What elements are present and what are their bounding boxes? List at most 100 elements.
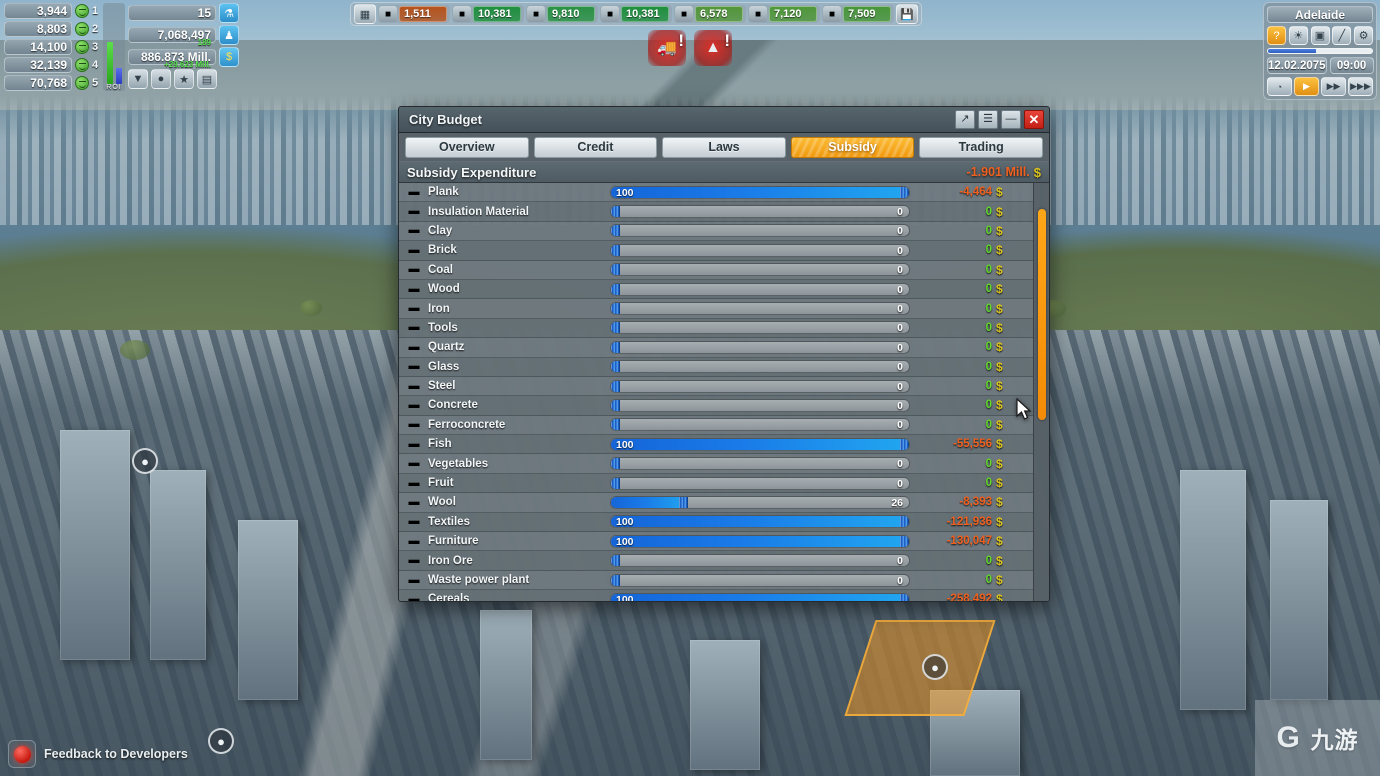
tab-trading[interactable]: Trading: [919, 136, 1043, 158]
tab-laws[interactable]: Laws: [662, 136, 786, 158]
scrollbar[interactable]: [1033, 183, 1049, 601]
subsidy-slider[interactable]: 0: [610, 573, 910, 587]
resource-item[interactable]: ■ 9,810: [526, 5, 598, 23]
slider-handle[interactable]: [900, 535, 909, 547]
slider-handle[interactable]: [611, 399, 620, 411]
storage-icon[interactable]: ▦: [354, 4, 376, 24]
slider-handle[interactable]: [611, 264, 620, 276]
tab-overview[interactable]: Overview: [405, 136, 529, 158]
subsidy-slider[interactable]: 100: [610, 592, 910, 601]
subsidy-slider[interactable]: 0: [610, 224, 910, 238]
table-row[interactable]: ▬ Tools 0 0 $: [399, 318, 1033, 339]
subsidy-slider[interactable]: 0: [610, 418, 910, 432]
subsidy-slider[interactable]: 26: [610, 495, 910, 509]
table-row[interactable]: ▬ Fish 100 -55,556 $: [399, 435, 1033, 455]
slider-handle[interactable]: [611, 225, 620, 237]
slider-handle[interactable]: [611, 380, 620, 392]
subsidy-slider[interactable]: 0: [610, 457, 910, 471]
slider-handle[interactable]: [611, 419, 620, 431]
table-row[interactable]: ▬ Clay 0 0 $: [399, 221, 1033, 242]
tab-credit[interactable]: Credit: [533, 136, 658, 158]
table-row[interactable]: ▬ Insulation Material 0 0 $: [399, 202, 1033, 222]
tab-subsidy[interactable]: Subsidy: [790, 136, 915, 158]
table-row[interactable]: ▬ Iron Ore 0 0 $: [399, 551, 1033, 571]
list-view-button[interactable]: ☰: [978, 110, 998, 129]
slider-handle[interactable]: [679, 496, 689, 508]
table-row[interactable]: ▬ Cereals 100 -258,492 $: [399, 590, 1033, 601]
subsidy-slider[interactable]: 0: [610, 340, 910, 354]
edit-icon[interactable]: ╱: [1332, 26, 1352, 45]
subsidy-slider[interactable]: 0: [610, 263, 910, 277]
subsidy-slider[interactable]: 0: [610, 205, 910, 219]
subsidy-slider[interactable]: 0: [610, 476, 910, 490]
map-marker[interactable]: ●: [132, 448, 158, 474]
table-row[interactable]: ▬ Furniture 100 -130,047 $: [399, 532, 1033, 552]
table-row[interactable]: ▬ Brick 0 0 $: [399, 241, 1033, 261]
road-alert[interactable]: ▲!: [694, 30, 732, 66]
slider-handle[interactable]: [611, 206, 620, 218]
subsidy-slider[interactable]: 0: [610, 243, 910, 257]
subsidy-slider[interactable]: 0: [610, 398, 910, 412]
resource-item[interactable]: ■ 7,120: [748, 5, 820, 23]
fast-forward-button[interactable]: ▶▶: [1321, 77, 1346, 96]
slider-handle[interactable]: [611, 244, 620, 256]
table-row[interactable]: ▬ Wool 26 -8,393 $: [399, 493, 1033, 513]
save-icon[interactable]: 💾: [896, 4, 918, 24]
resource-item[interactable]: ■ 6,578: [674, 5, 746, 23]
table-row[interactable]: ▬ Glass 0 0 $: [399, 357, 1033, 377]
table-row[interactable]: ▬ Steel 0 0 $: [399, 376, 1033, 397]
table-row[interactable]: ▬ Vegetables 0 0 $: [399, 454, 1033, 474]
feedback-button[interactable]: Feedback to Developers: [8, 740, 188, 768]
slider-handle[interactable]: [611, 574, 620, 586]
table-row[interactable]: ▬ Quartz 0 0 $: [399, 338, 1033, 358]
ultra-speed-button[interactable]: ▶▶▶: [1348, 77, 1373, 96]
subsidy-slider[interactable]: 0: [610, 302, 910, 316]
settings-icon[interactable]: ⚙: [1354, 26, 1373, 45]
table-row[interactable]: ▬ Coal 0 0 $: [399, 260, 1033, 280]
slider-handle[interactable]: [611, 303, 620, 315]
subsidy-slider[interactable]: 100: [610, 534, 910, 548]
table-row[interactable]: ▬ Textiles 100 -121,936 $: [399, 512, 1033, 533]
resource-item[interactable]: ■ 10,381: [452, 5, 524, 23]
population-icon[interactable]: ♟: [219, 25, 239, 45]
transport-alert[interactable]: 🚚!: [648, 30, 686, 66]
table-row[interactable]: ▬ Iron 0 0 $: [399, 299, 1033, 319]
map-marker[interactable]: ●: [922, 654, 948, 680]
subsidy-slider[interactable]: 100: [610, 437, 910, 451]
subsidy-slider[interactable]: 100: [610, 515, 910, 529]
research-icon[interactable]: ⚗: [219, 3, 239, 23]
slider-handle[interactable]: [900, 438, 909, 450]
subsidy-slider[interactable]: 0: [610, 282, 910, 296]
slider-handle[interactable]: [611, 458, 620, 470]
resource-item[interactable]: ■ 1,511: [378, 5, 450, 23]
camera-icon[interactable]: ▣: [1310, 26, 1330, 45]
money-icon[interactable]: $: [219, 47, 239, 67]
table-row[interactable]: ▬ Plank 100 -4,464 $: [399, 183, 1033, 203]
window-titlebar[interactable]: City Budget ↗ ☰ — ✕: [399, 107, 1049, 133]
slider-handle[interactable]: [900, 516, 909, 528]
table-row[interactable]: ▬ Concrete 0 0 $: [399, 396, 1033, 416]
subsidy-slider[interactable]: 0: [610, 379, 910, 393]
slider-handle[interactable]: [611, 361, 620, 373]
subsidy-slider[interactable]: 0: [610, 321, 910, 335]
slider-handle[interactable]: [611, 477, 620, 489]
subsidy-slider[interactable]: 0: [610, 554, 910, 568]
slider-handle[interactable]: [611, 341, 620, 353]
star-icon[interactable]: ★: [174, 69, 194, 89]
city-budget-window[interactable]: City Budget ↗ ☰ — ✕ Overview Credit Laws Subsi…: [398, 106, 1050, 602]
weather-icon[interactable]: ☀: [1288, 26, 1308, 45]
resource-item[interactable]: ■ 7,509: [822, 5, 894, 23]
minimize-button[interactable]: —: [1001, 110, 1021, 129]
globe-icon[interactable]: ●: [151, 69, 171, 89]
table-row[interactable]: ▬ Waste power plant 0 0 $: [399, 570, 1033, 591]
filter-icon[interactable]: ▼: [128, 69, 148, 89]
subsidy-slider[interactable]: 100: [610, 185, 910, 199]
close-button[interactable]: ✕: [1024, 110, 1044, 129]
slider-handle[interactable]: [611, 322, 620, 334]
table-row[interactable]: ▬ Fruit 0 0 $: [399, 473, 1033, 494]
map-marker[interactable]: ●: [208, 728, 234, 754]
city-name-label[interactable]: Adelaide: [1267, 6, 1373, 23]
slider-handle[interactable]: [611, 555, 620, 567]
table-row[interactable]: ▬ Wood 0 0 $: [399, 279, 1033, 300]
bug-icon[interactable]: [8, 740, 36, 768]
